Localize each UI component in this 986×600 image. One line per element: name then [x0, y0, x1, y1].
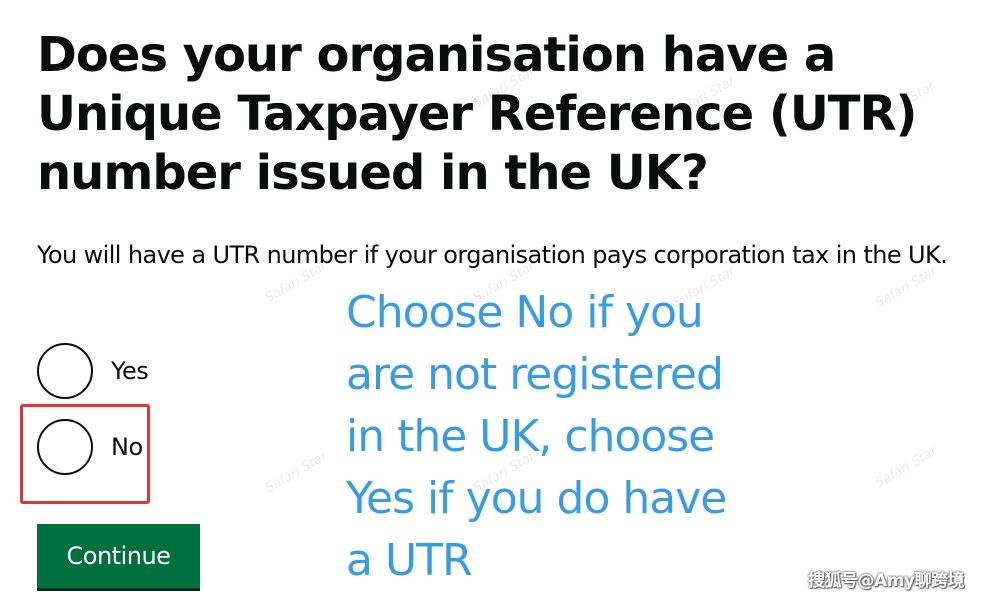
page-heading: Does your organisation have a Unique Tax…	[37, 27, 917, 201]
annotation-line: a UTR	[346, 535, 473, 586]
continue-button[interactable]: Continue	[37, 524, 200, 588]
annotation-text: Choose No if you are not registered in t…	[346, 282, 806, 592]
radio-yes-label[interactable]: Yes	[111, 356, 149, 386]
annotation-line: are not registered	[346, 349, 724, 400]
annotation-line: Choose No if you	[346, 287, 704, 338]
hint-text: You will have a UTR number if your organ…	[37, 241, 948, 269]
source-watermark: 搜狐号@Amy聊跨境	[808, 571, 964, 591]
watermark-tile: Safari Star	[262, 448, 330, 497]
radio-yes-circle[interactable]	[37, 343, 93, 399]
annotation-line: Yes if you do have	[346, 473, 727, 524]
watermark-tile: Safari Star	[872, 443, 940, 492]
annotation-line: in the UK, choose	[346, 411, 715, 462]
no-option-highlight-box	[20, 404, 150, 504]
radio-option-yes[interactable]: Yes	[37, 343, 149, 399]
